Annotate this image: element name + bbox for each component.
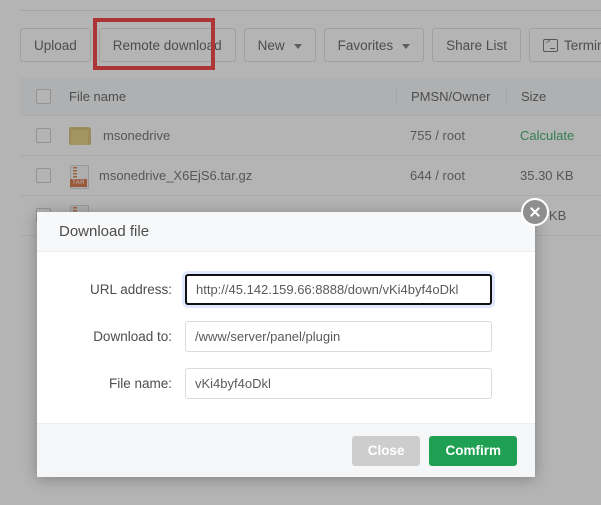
- dialog-title: Download file: [59, 223, 150, 240]
- url-address-row: URL address:: [37, 274, 535, 305]
- confirm-button[interactable]: Comfirm: [429, 435, 517, 466]
- dialog-footer: Close Comfirm: [37, 423, 535, 477]
- file-name-input[interactable]: [185, 368, 492, 399]
- download-to-label: Download to:: [93, 329, 172, 344]
- download-to-row: Download to:: [37, 321, 535, 352]
- url-address-label: URL address:: [89, 282, 172, 297]
- file-name-label: File name:: [108, 376, 172, 391]
- dialog-body: URL address: Download to: File name:: [37, 252, 535, 399]
- download-to-input[interactable]: [185, 321, 492, 352]
- close-icon[interactable]: [521, 198, 549, 226]
- download-file-dialog: Download file URL address: Download to: …: [37, 198, 549, 477]
- dialog-header: Download file: [37, 212, 535, 252]
- url-address-input[interactable]: [185, 274, 492, 305]
- file-name-row: File name:: [37, 368, 535, 399]
- close-button[interactable]: Close: [351, 435, 421, 466]
